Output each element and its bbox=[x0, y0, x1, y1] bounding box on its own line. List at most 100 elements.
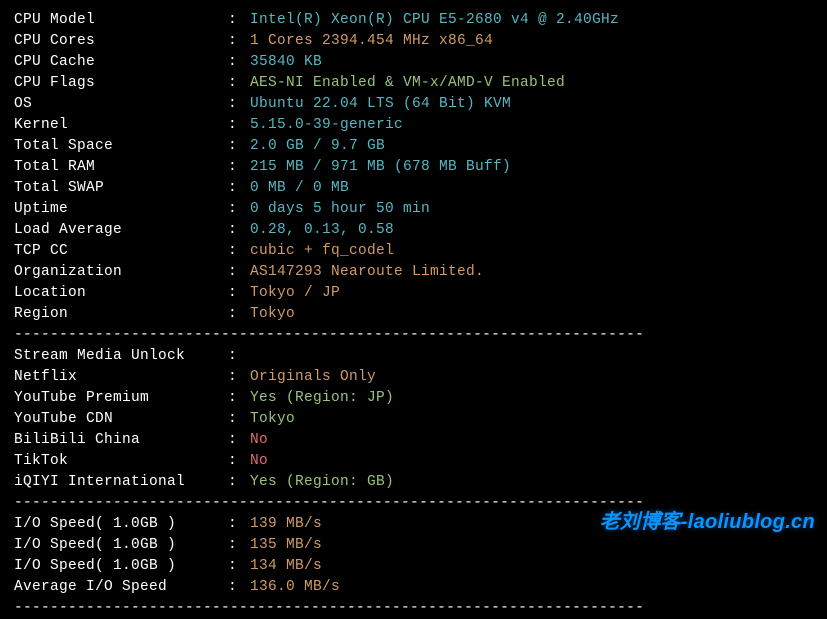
colon: : bbox=[228, 199, 250, 220]
io-value: 139 MB/s bbox=[250, 514, 322, 535]
io-row: I/O Speed( 1.0GB ):134 MB/s bbox=[14, 556, 813, 577]
media-row: iQIYI International:Yes (Region: GB) bbox=[14, 472, 813, 493]
colon: : bbox=[228, 157, 250, 178]
sysinfo-label: Load Average bbox=[14, 220, 228, 241]
sysinfo-value: Ubuntu 22.04 LTS (64 Bit) KVM bbox=[250, 94, 511, 115]
sysinfo-value: 0.28, 0.13, 0.58 bbox=[250, 220, 394, 241]
io-label: I/O Speed( 1.0GB ) bbox=[14, 556, 228, 577]
stream-media-section: Netflix:Originals OnlyYouTube Premium:Ye… bbox=[14, 367, 813, 493]
sysinfo-row: Location:Tokyo / JP bbox=[14, 283, 813, 304]
media-value: Tokyo bbox=[250, 409, 295, 430]
sysinfo-label: Uptime bbox=[14, 199, 228, 220]
sysinfo-label: OS bbox=[14, 94, 228, 115]
io-value: 135 MB/s bbox=[250, 535, 322, 556]
colon: : bbox=[228, 10, 250, 31]
sysinfo-label: CPU Cores bbox=[14, 31, 228, 52]
sysinfo-label: Total RAM bbox=[14, 157, 228, 178]
media-label: YouTube CDN bbox=[14, 409, 228, 430]
colon: : bbox=[228, 94, 250, 115]
colon: : bbox=[228, 178, 250, 199]
sysinfo-row: Organization:AS147293 Nearoute Limited. bbox=[14, 262, 813, 283]
sysinfo-row: Total Space:2.0 GB / 9.7 GB bbox=[14, 136, 813, 157]
sysinfo-row: Region:Tokyo bbox=[14, 304, 813, 325]
colon: : bbox=[228, 220, 250, 241]
sysinfo-row: Total SWAP:0 MB / 0 MB bbox=[14, 178, 813, 199]
sysinfo-value: 5.15.0-39-generic bbox=[250, 115, 403, 136]
colon: : bbox=[228, 262, 250, 283]
io-label: I/O Speed( 1.0GB ) bbox=[14, 535, 228, 556]
media-row: BiliBili China:No bbox=[14, 430, 813, 451]
sysinfo-value: 0 days 5 hour 50 min bbox=[250, 199, 430, 220]
colon: : bbox=[228, 346, 250, 367]
sysinfo-row: Uptime:0 days 5 hour 50 min bbox=[14, 199, 813, 220]
media-label: TikTok bbox=[14, 451, 228, 472]
sysinfo-label: CPU Flags bbox=[14, 73, 228, 94]
media-value: No bbox=[250, 430, 268, 451]
sysinfo-label: Total Space bbox=[14, 136, 228, 157]
sysinfo-label: Organization bbox=[14, 262, 228, 283]
media-row: YouTube CDN:Tokyo bbox=[14, 409, 813, 430]
sysinfo-value: 35840 KB bbox=[250, 52, 322, 73]
sysinfo-value: Intel(R) Xeon(R) CPU E5-2680 v4 @ 2.40GH… bbox=[250, 10, 619, 31]
colon: : bbox=[228, 472, 250, 493]
media-value: No bbox=[250, 451, 268, 472]
sysinfo-label: CPU Cache bbox=[14, 52, 228, 73]
sysinfo-row: TCP CC:cubic + fq_codel bbox=[14, 241, 813, 262]
io-label: I/O Speed( 1.0GB ) bbox=[14, 514, 228, 535]
colon: : bbox=[228, 367, 250, 388]
colon: : bbox=[228, 430, 250, 451]
sysinfo-label: Kernel bbox=[14, 115, 228, 136]
sysinfo-row: CPU Model:Intel(R) Xeon(R) CPU E5-2680 v… bbox=[14, 10, 813, 31]
sysinfo-row: Kernel:5.15.0-39-generic bbox=[14, 115, 813, 136]
sysinfo-value: Tokyo bbox=[250, 304, 295, 325]
colon: : bbox=[228, 241, 250, 262]
stream-media-header: Stream Media Unlock bbox=[14, 346, 228, 367]
media-row: TikTok:No bbox=[14, 451, 813, 472]
colon: : bbox=[228, 52, 250, 73]
sysinfo-value: 1 Cores 2394.454 MHz x86_64 bbox=[250, 31, 493, 52]
sysinfo-row: Load Average:0.28, 0.13, 0.58 bbox=[14, 220, 813, 241]
divider: ----------------------------------------… bbox=[14, 493, 813, 514]
sysinfo-row: CPU Cores:1 Cores 2394.454 MHz x86_64 bbox=[14, 31, 813, 52]
io-value: 136.0 MB/s bbox=[250, 577, 340, 598]
io-label: Average I/O Speed bbox=[14, 577, 228, 598]
colon: : bbox=[228, 304, 250, 325]
sysinfo-value: cubic + fq_codel bbox=[250, 241, 394, 262]
sysinfo-value: AES-NI Enabled & VM-x/AMD-V Enabled bbox=[250, 73, 565, 94]
colon: : bbox=[228, 388, 250, 409]
io-speed-section: I/O Speed( 1.0GB ):139 MB/sI/O Speed( 1.… bbox=[14, 514, 813, 598]
io-row: I/O Speed( 1.0GB ):135 MB/s bbox=[14, 535, 813, 556]
colon: : bbox=[228, 73, 250, 94]
io-row: Average I/O Speed:136.0 MB/s bbox=[14, 577, 813, 598]
media-value: Yes (Region: JP) bbox=[250, 388, 394, 409]
media-label: Netflix bbox=[14, 367, 228, 388]
media-value: Originals Only bbox=[250, 367, 376, 388]
sysinfo-value: 0 MB / 0 MB bbox=[250, 178, 349, 199]
media-label: iQIYI International bbox=[14, 472, 228, 493]
sysinfo-row: OS:Ubuntu 22.04 LTS (64 Bit) KVM bbox=[14, 94, 813, 115]
colon: : bbox=[228, 514, 250, 535]
sysinfo-label: Total SWAP bbox=[14, 178, 228, 199]
sysinfo-label: CPU Model bbox=[14, 10, 228, 31]
sysinfo-row: CPU Cache:35840 KB bbox=[14, 52, 813, 73]
sysinfo-row: CPU Flags:AES-NI Enabled & VM-x/AMD-V En… bbox=[14, 73, 813, 94]
colon: : bbox=[228, 283, 250, 304]
sysinfo-value: AS147293 Nearoute Limited. bbox=[250, 262, 484, 283]
io-value: 134 MB/s bbox=[250, 556, 322, 577]
sysinfo-value: Tokyo / JP bbox=[250, 283, 340, 304]
sysinfo-value: 215 MB / 971 MB (678 MB Buff) bbox=[250, 157, 511, 178]
colon: : bbox=[228, 31, 250, 52]
divider: ----------------------------------------… bbox=[14, 598, 813, 619]
colon: : bbox=[228, 409, 250, 430]
colon: : bbox=[228, 136, 250, 157]
media-value: Yes (Region: GB) bbox=[250, 472, 394, 493]
colon: : bbox=[228, 556, 250, 577]
colon: : bbox=[228, 451, 250, 472]
media-row: YouTube Premium:Yes (Region: JP) bbox=[14, 388, 813, 409]
media-label: YouTube Premium bbox=[14, 388, 228, 409]
colon: : bbox=[228, 577, 250, 598]
system-info-section: CPU Model:Intel(R) Xeon(R) CPU E5-2680 v… bbox=[14, 10, 813, 325]
sysinfo-label: Region bbox=[14, 304, 228, 325]
stream-media-header-row: Stream Media Unlock : bbox=[14, 346, 813, 367]
sysinfo-value: 2.0 GB / 9.7 GB bbox=[250, 136, 385, 157]
